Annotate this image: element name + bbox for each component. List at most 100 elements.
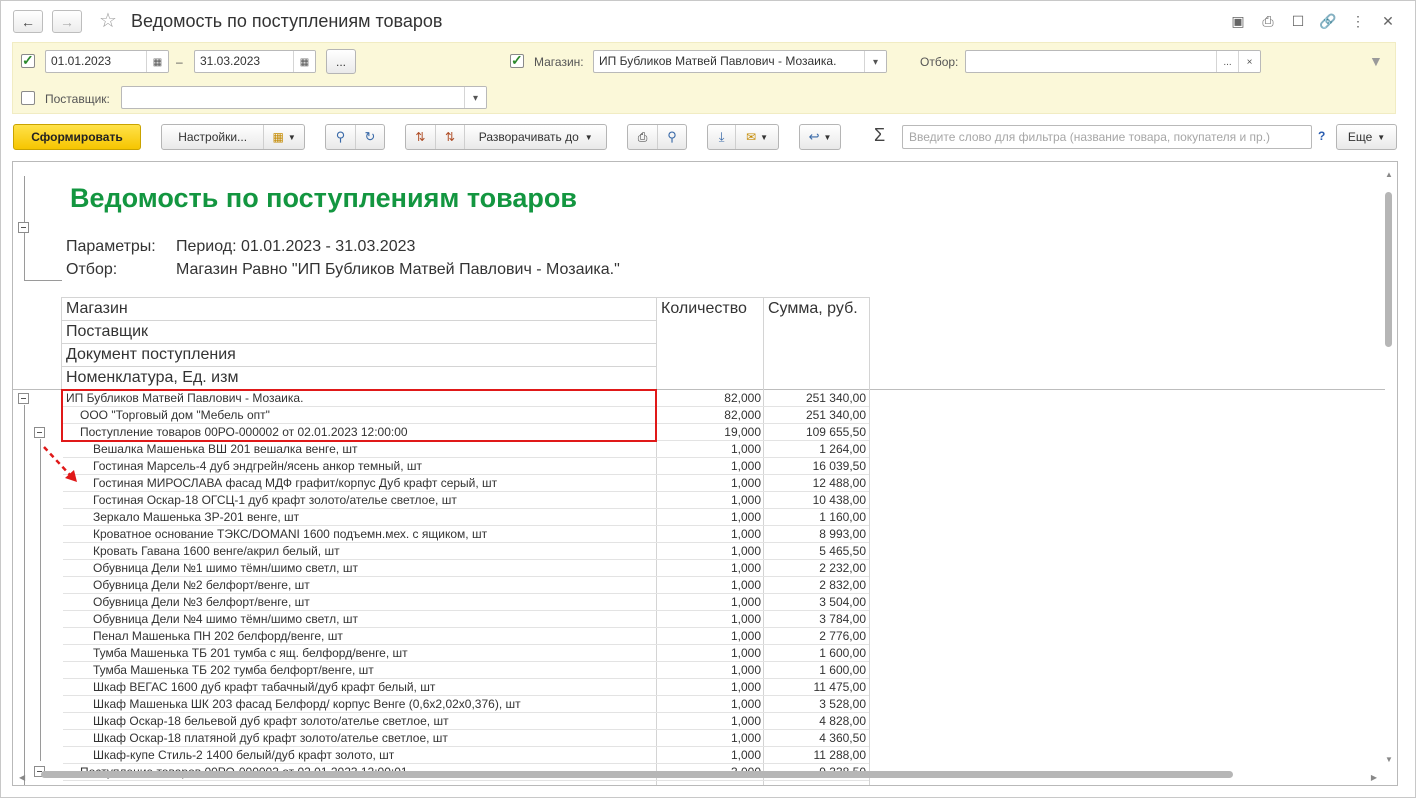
table-row[interactable]: Гостиная Марсель-4 дуб эндгрейн/ясень ан… bbox=[63, 458, 869, 475]
table-row[interactable]: Кроватное основание ТЭКС/DOMANI 1600 под… bbox=[63, 526, 869, 543]
title-actions: ▣ ⎙ ☐ 🔗 ⋮ ✕ bbox=[1223, 11, 1403, 31]
selection-select-button[interactable]: ... bbox=[1216, 51, 1238, 72]
find-button[interactable]: ⚲ bbox=[326, 125, 355, 149]
row-name: Шкаф Оскар-18 бельевой дуб крафт золото/… bbox=[93, 714, 449, 728]
selection-field[interactable]: ... × bbox=[965, 50, 1261, 73]
forward-button[interactable]: → bbox=[52, 10, 82, 33]
table-row[interactable]: Шкаф-купе Стиль-2 1400 белый/дуб крафт з… bbox=[63, 747, 869, 764]
scroll-down-icon[interactable]: ▼ bbox=[1385, 755, 1393, 764]
funnel-icon[interactable]: ▼ bbox=[1369, 53, 1383, 69]
print-button[interactable]: ⎙ bbox=[628, 125, 657, 149]
back-button[interactable]: ← bbox=[13, 10, 43, 33]
envelope-icon: ✉ bbox=[746, 130, 757, 144]
collapse-store-toggle[interactable] bbox=[18, 393, 29, 404]
star-icon[interactable]: ☆ bbox=[99, 9, 117, 33]
scroll-up-icon[interactable]: ▲ bbox=[1385, 170, 1393, 179]
store-field[interactable]: ИП Бубликов Матвей Павлович - Мозаика. ▾ bbox=[593, 50, 887, 73]
table-row[interactable]: Шкаф ВЕГАС 1600 дуб крафт табачный/дуб к… bbox=[63, 679, 869, 696]
store-label: Магазин: bbox=[534, 55, 584, 69]
table-row[interactable]: Зеркало Машенька ЗР-201 венге, шт 1,000 1 … bbox=[63, 509, 869, 526]
more-button[interactable]: Еще ▼ bbox=[1336, 124, 1397, 150]
scroll-left-icon[interactable]: ◀ bbox=[19, 773, 25, 782]
row-sum: 4 828,00 bbox=[819, 714, 866, 728]
period-checkbox[interactable] bbox=[21, 52, 35, 69]
goto-icon: ↩ bbox=[808, 129, 820, 144]
filter-value: Магазин Равно "ИП Бубликов Матвей Павлов… bbox=[176, 261, 620, 278]
supplier-checkbox[interactable] bbox=[21, 91, 35, 105]
scroll-right-icon[interactable]: ▶ bbox=[1371, 773, 1377, 782]
vertical-scrollbar[interactable]: ▲ ▼ bbox=[1383, 170, 1395, 764]
goto-dropdown[interactable]: ↩ ▼ bbox=[799, 124, 841, 150]
print-icon[interactable]: ⎙ bbox=[1253, 11, 1283, 31]
calendar-icon[interactable]: ▦ bbox=[146, 51, 168, 72]
expand-all-button[interactable]: ⇅ bbox=[406, 125, 435, 149]
settings-button[interactable]: Настройки... bbox=[162, 125, 263, 149]
row-name: Обувница Дели №3 белфорт/венге, шт bbox=[93, 595, 310, 609]
preview-icon[interactable]: ☐ bbox=[1283, 11, 1313, 31]
table-row[interactable]: Гостиная Оскар-18 ОГСЦ-1 дуб крафт золот… bbox=[63, 492, 869, 509]
more-label: Еще bbox=[1347, 130, 1373, 144]
table-row[interactable]: Вешалка Машенька ВШ 201 вешалка венге, ш… bbox=[63, 441, 869, 458]
variant-dropdown[interactable]: ▦ ▼ bbox=[264, 125, 304, 149]
row-sum: 1 160,00 bbox=[819, 510, 866, 524]
date-to-field[interactable]: 31.03.2023 ▦ bbox=[194, 50, 316, 73]
row-name: Шкаф-купе Стиль-2 1400 белый/дуб крафт з… bbox=[93, 748, 395, 762]
table-row[interactable]: Шкаф Оскар-18 платяной дуб крафт золото/… bbox=[63, 730, 869, 747]
store-value: ИП Бубликов Матвей Павлович - Мозаика. bbox=[599, 54, 837, 68]
chevron-down-icon[interactable]: ▾ bbox=[464, 87, 486, 108]
row-sum: 3 504,00 bbox=[819, 595, 866, 609]
save-icon[interactable]: ▣ bbox=[1223, 11, 1253, 31]
sum-icon[interactable]: Σ bbox=[874, 125, 885, 146]
clear-icon[interactable]: × bbox=[1238, 51, 1260, 72]
row-qty: 1,000 bbox=[730, 561, 761, 575]
table-row[interactable]: Гостиная МИРОСЛАВА фасад МДФ графит/корп… bbox=[63, 475, 869, 492]
preview-icon: ⚲ bbox=[667, 129, 677, 144]
vertical-scroll-thumb[interactable] bbox=[1385, 192, 1392, 347]
find-next-button[interactable]: ↻ bbox=[356, 125, 384, 149]
row-name: Шкаф ВЕГАС 1600 дуб крафт табачный/дуб к… bbox=[93, 680, 436, 694]
date-from-field[interactable]: 01.01.2023 ▦ bbox=[45, 50, 169, 73]
expand-to-dropdown[interactable]: Разворачивать до ▼ bbox=[465, 125, 606, 149]
row-qty: 19,000 bbox=[724, 425, 761, 439]
row-name: Обувница Дели №4 шимо тёмн/шимо светл, ш… bbox=[93, 612, 358, 626]
row-sum: 10 438,00 bbox=[812, 493, 866, 507]
collapse-all-button[interactable]: ⇅ bbox=[436, 125, 465, 149]
table-row[interactable]: Обувница Дели №4 шимо тёмн/шимо светл, ш… bbox=[63, 611, 869, 628]
table-row[interactable]: Тумба Машенька ТБ 202 тумба белфорт/венг… bbox=[63, 662, 869, 679]
report-filter-input[interactable]: Введите слово для фильтра (название това… bbox=[902, 125, 1312, 149]
table-row[interactable]: Обувница Дели №2 белфорт/венге, шт 1,000 2… bbox=[63, 577, 869, 594]
table-row[interactable]: Обувница Дели №3 белфорт/венге, шт 1,000 3… bbox=[63, 594, 869, 611]
preview-button[interactable]: ⚲ bbox=[658, 125, 686, 149]
generate-button[interactable]: Сформировать bbox=[13, 124, 141, 150]
row-sum: 3 784,00 bbox=[819, 612, 866, 626]
table-row[interactable]: Тумба Машенька ТБ 201 тумба с ящ. белфор… bbox=[63, 645, 869, 662]
header-item: Номенклатура, Ед. изм bbox=[66, 369, 239, 386]
report-spreadsheet[interactable]: Ведомость по поступлениям товаров Параме… bbox=[12, 161, 1398, 786]
table-row[interactable]: Шкаф Машенька ШК 203 фасад Белфорд/ корп… bbox=[63, 696, 869, 713]
table-row[interactable]: Обувница Дели №1 шимо тёмн/шимо светл, ш… bbox=[63, 560, 869, 577]
table-row[interactable]: Пенал Машенька ПН 202 белфорд/венге, шт 1… bbox=[63, 628, 869, 645]
table-row[interactable]: Шкаф Оскар-18 бельевой дуб крафт золото/… bbox=[63, 713, 869, 730]
supplier-field[interactable]: ▾ bbox=[121, 86, 487, 109]
horizontal-scrollbar[interactable]: ◀ ▶ bbox=[19, 771, 1379, 783]
collapse-document-toggle[interactable] bbox=[34, 427, 45, 438]
expand-icon: ⇅ bbox=[415, 130, 426, 144]
calendar-icon[interactable]: ▦ bbox=[293, 51, 315, 72]
help-button[interactable]: ? bbox=[1318, 129, 1325, 143]
save-file-button[interactable]: ⤓ bbox=[708, 125, 735, 149]
close-icon[interactable]: ✕ bbox=[1373, 11, 1403, 31]
more-icon[interactable]: ⋮ bbox=[1343, 11, 1373, 31]
email-dropdown[interactable]: ✉ ▼ bbox=[736, 125, 778, 149]
horizontal-scroll-thumb[interactable] bbox=[41, 771, 1233, 778]
row-sum: 3 528,00 bbox=[819, 697, 866, 711]
date-separator: – bbox=[176, 55, 183, 69]
store-checkbox[interactable] bbox=[510, 52, 524, 69]
chevron-down-icon[interactable]: ▾ bbox=[864, 51, 886, 72]
collapse-header-toggle[interactable] bbox=[18, 222, 29, 233]
link-icon[interactable]: 🔗 bbox=[1313, 11, 1343, 31]
period-select-button[interactable]: ... bbox=[326, 49, 356, 74]
grouping-group: ⇅ ⇅ Разворачивать до ▼ bbox=[405, 124, 607, 150]
table-row[interactable]: Кровать Гавана 1600 венге/акрил белый, ш… bbox=[63, 543, 869, 560]
arrow-right-icon: → bbox=[60, 13, 74, 30]
row-qty: 1,000 bbox=[730, 578, 761, 592]
